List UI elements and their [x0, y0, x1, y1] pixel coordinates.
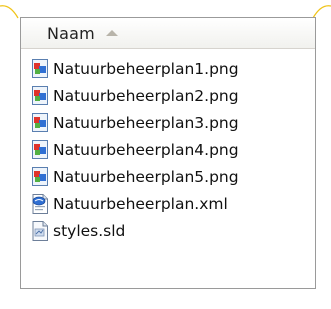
png-image-icon [31, 58, 50, 80]
file-name: Natuurbeheerplan4.png [53, 140, 239, 159]
file-name: styles.sld [53, 221, 126, 240]
png-image-icon [31, 112, 50, 134]
screenshot-frame: Naam Natuurbeheerplan1.png Natuurbeheerp… [0, 0, 331, 309]
file-row[interactable]: Natuurbeheerplan4.png [31, 136, 311, 163]
png-image-icon [31, 139, 50, 161]
sort-ascending-icon [105, 30, 118, 36]
file-row[interactable]: Natuurbeheerplan.xml [31, 190, 311, 217]
name-column-label: Naam [47, 23, 95, 43]
file-row[interactable]: Natuurbeheerplan1.png [31, 55, 311, 82]
file-name: Natuurbeheerplan.xml [53, 194, 228, 213]
file-list-pane: Naam Natuurbeheerplan1.png Natuurbeheerp… [20, 17, 316, 289]
file-row[interactable]: Natuurbeheerplan5.png [31, 163, 311, 190]
png-image-icon [31, 85, 50, 107]
file-row[interactable]: Natuurbeheerplan3.png [31, 109, 311, 136]
file-row[interactable]: Natuurbeheerplan2.png [31, 82, 311, 109]
generic-file-icon [31, 220, 50, 242]
xml-file-icon [31, 193, 50, 215]
column-header-bar: Naam [21, 18, 315, 49]
name-column-header[interactable]: Naam [21, 18, 171, 48]
file-name: Natuurbeheerplan1.png [53, 59, 239, 78]
file-name: Natuurbeheerplan5.png [53, 167, 239, 186]
decorative-arc-left [0, 5, 19, 19]
file-row[interactable]: styles.sld [31, 217, 311, 244]
file-name: Natuurbeheerplan2.png [53, 86, 239, 105]
file-list: Natuurbeheerplan1.png Natuurbeheerplan2.… [31, 55, 311, 244]
file-name: Natuurbeheerplan3.png [53, 113, 239, 132]
png-image-icon [31, 166, 50, 188]
